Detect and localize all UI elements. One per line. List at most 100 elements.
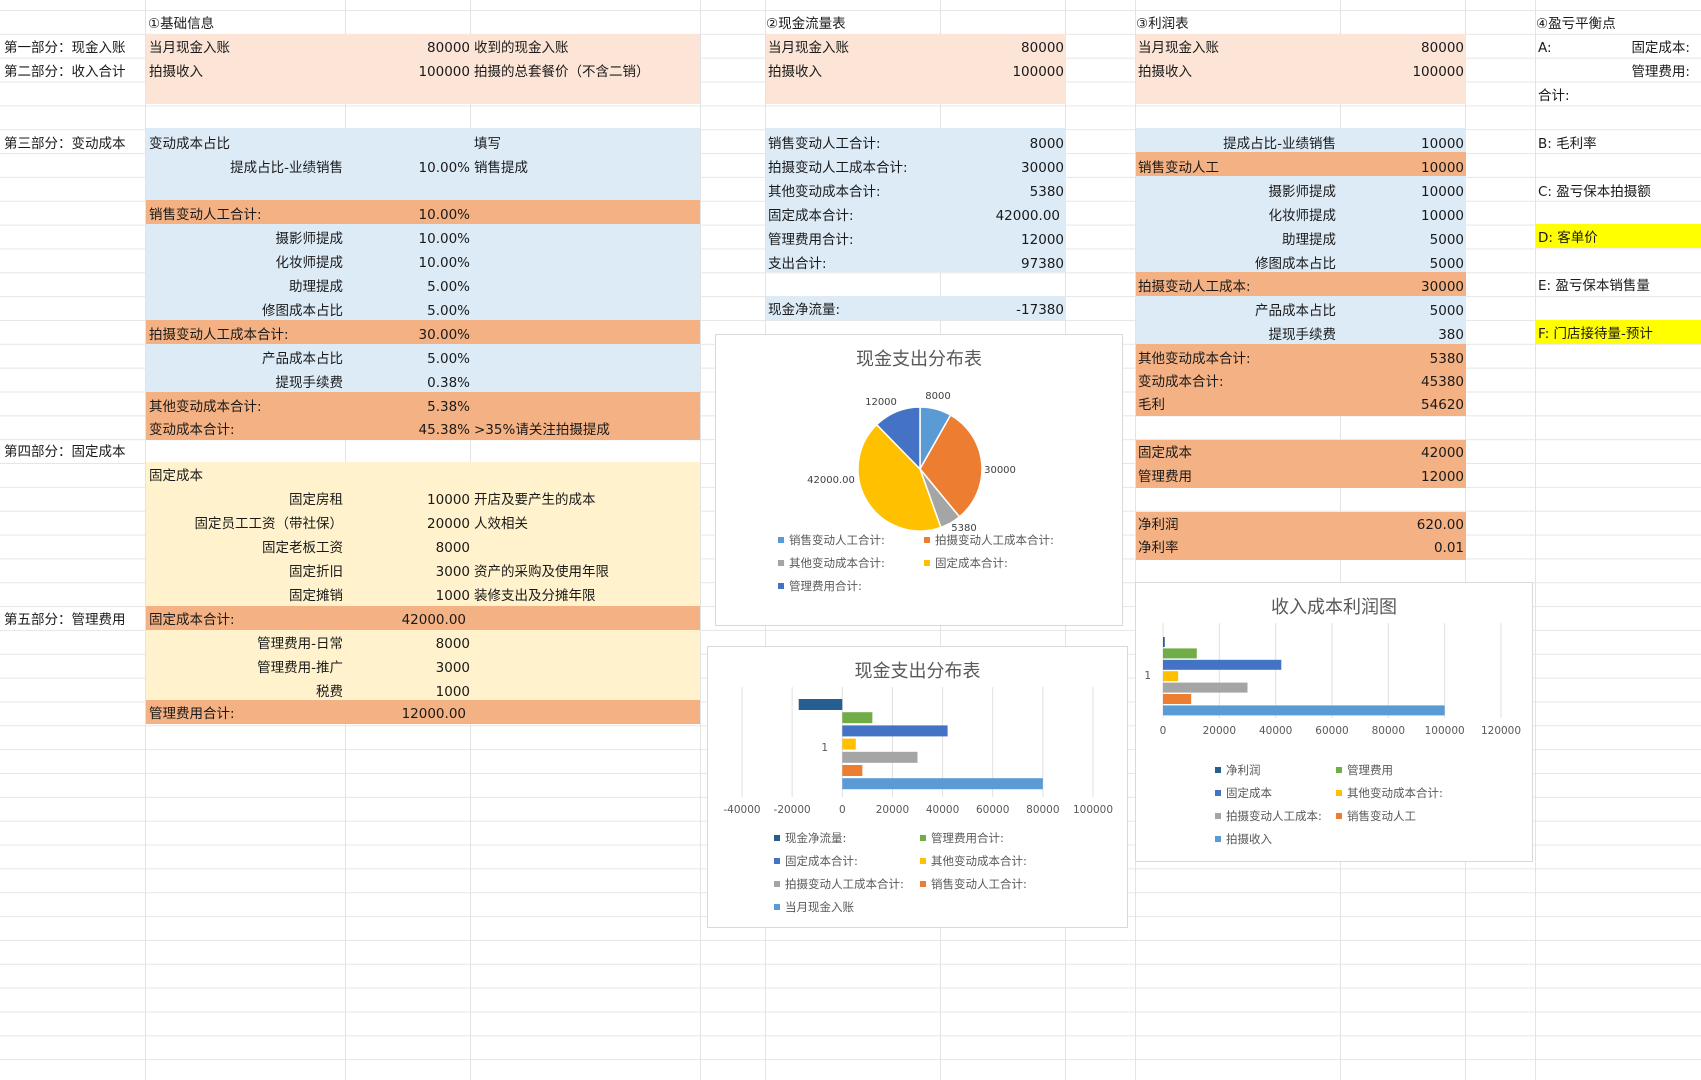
cell-value[interactable]: 3000 xyxy=(350,656,470,680)
cell-value[interactable]: 45380 xyxy=(1340,370,1464,394)
cell-value[interactable]: 80000 xyxy=(350,36,470,60)
cell-label[interactable]: 提现手续费 xyxy=(1136,323,1337,347)
legend-item[interactable]: 其他变动成本合计: xyxy=(920,854,1027,868)
cell-label[interactable]: 摄影师提成 xyxy=(146,227,344,251)
cell-label[interactable]: 固定成本 xyxy=(1138,441,1192,465)
cell-label[interactable]: 其他变动成本合计: xyxy=(149,395,262,419)
cell-note[interactable]: 填写 xyxy=(474,132,501,156)
cell-label[interactable]: 固定员工工资（带社保） xyxy=(146,512,344,536)
cell-label[interactable]: 修图成本占比 xyxy=(146,299,343,323)
cell-label[interactable]: 拍摄变动人工成本: xyxy=(1138,275,1251,299)
legend-item[interactable]: 净利润 xyxy=(1215,763,1261,777)
cell-label[interactable]: C: 盈亏保本拍摄额 xyxy=(1538,180,1651,204)
cell-label[interactable]: 提成占比-业绩销售 xyxy=(1136,132,1336,156)
cell-note[interactable]: 收到的现金入账 xyxy=(474,36,569,60)
cell-value[interactable]: 30000 xyxy=(1340,275,1464,299)
cell-note[interactable]: 开店及要产生的成本 xyxy=(474,488,596,512)
cell-label[interactable]: 化妆师提成 xyxy=(1136,204,1337,228)
legend-item[interactable]: 固定成本 xyxy=(1215,786,1272,800)
cell-value[interactable]: 10.00% xyxy=(350,156,470,180)
cell-value[interactable]: 30.00% xyxy=(350,323,470,347)
legend-item[interactable]: 固定成本合计: xyxy=(774,854,858,868)
cell-value[interactable]: 620.00 xyxy=(1340,513,1464,537)
cell-value[interactable]: 10.00% xyxy=(350,203,470,227)
cell-label[interactable]: E: 盈亏保本销售量 xyxy=(1538,274,1650,298)
cell-value[interactable]: 100000 xyxy=(350,60,470,84)
legend-item[interactable]: 当月现金入账 xyxy=(774,900,854,914)
legend-item[interactable]: 管理费用 xyxy=(1336,763,1393,777)
cell-label[interactable]: 变动成本合计: xyxy=(1138,370,1224,394)
cell-label[interactable]: 变动成本合计: xyxy=(149,418,235,442)
cell-value[interactable]: 12000 xyxy=(1340,465,1464,489)
cell-value[interactable]: 5380 xyxy=(940,180,1064,204)
cell-label[interactable]: 毛利 xyxy=(1138,393,1165,417)
cell-note[interactable]: 拍摄的总套餐价（不含二销） xyxy=(474,60,650,84)
cell-label[interactable]: 管理费用-日常 xyxy=(146,632,343,656)
pie-chart-panel[interactable]: 现金支出分布表 8000 30000 5380 42000.00 12000 销售变动人… xyxy=(715,334,1123,626)
legend-item[interactable]: 其他变动成本合计: xyxy=(1336,786,1443,800)
cell-label[interactable]: 管理费用: xyxy=(1560,60,1690,84)
cell-value[interactable]: 380 xyxy=(1340,323,1464,347)
cell-value[interactable]: 100000 xyxy=(1340,60,1464,84)
cell-label[interactable]: 固定成本合计: xyxy=(149,608,235,632)
cell-label[interactable]: 其他变动成本合计: xyxy=(768,180,881,204)
cell-label[interactable]: 当月现金入账 xyxy=(768,36,849,60)
cell-label[interactable]: 销售变动人工 xyxy=(1138,156,1219,180)
legend-item[interactable]: 其他变动成本合计: xyxy=(778,556,885,570)
cell-label[interactable]: 拍摄收入 xyxy=(149,60,203,84)
cell-value[interactable]: 5000 xyxy=(1340,252,1464,276)
cell-value[interactable]: 1000 xyxy=(350,680,470,704)
cell-value[interactable]: 20000 xyxy=(350,512,470,536)
cell-value[interactable]: 0.01 xyxy=(1340,536,1464,560)
cell-value[interactable]: 45.38% xyxy=(350,418,470,442)
cell-value[interactable]: 42000.00 xyxy=(940,204,1060,228)
cell-value[interactable]: 54620 xyxy=(1340,393,1464,417)
cell-value[interactable]: 5000 xyxy=(1340,299,1464,323)
cell-value[interactable]: 80000 xyxy=(940,36,1064,60)
cell-value[interactable]: 5.00% xyxy=(350,347,470,371)
cell-label[interactable]: 合计: xyxy=(1538,84,1570,108)
cell-value[interactable]: 80000 xyxy=(1340,36,1464,60)
cell-label[interactable]: 管理费用合计: xyxy=(768,228,854,252)
cell-label[interactable]: 修图成本占比 xyxy=(1136,252,1336,276)
cell-value[interactable]: 97380 xyxy=(940,252,1064,276)
cell-value[interactable]: 10000 xyxy=(1340,156,1464,180)
cell-label[interactable]: F: 门店接待量-预计 xyxy=(1538,322,1653,346)
cell-label[interactable]: A: xyxy=(1538,36,1552,60)
cell-label[interactable]: 提现手续费 xyxy=(146,371,344,395)
cell-label[interactable]: 现金净流量: xyxy=(768,298,840,322)
cell-label[interactable]: 固定成本: xyxy=(1560,36,1690,60)
cell-value[interactable]: -17380 xyxy=(940,298,1064,322)
cell-label[interactable]: 销售变动人工合计: xyxy=(149,203,262,227)
cell-label[interactable]: 固定房租 xyxy=(146,488,343,512)
cell-value[interactable]: 5.00% xyxy=(350,275,470,299)
cell-value[interactable]: 5.38% xyxy=(350,395,470,419)
legend-item[interactable]: 现金净流量: xyxy=(774,831,846,845)
cell-label[interactable]: 销售变动人工合计: xyxy=(768,132,881,156)
cell-note[interactable]: 资产的采购及使用年限 xyxy=(474,560,609,584)
cash-bar-chart-panel[interactable]: 现金支出分布表 -40000 -20000 0 20000 40000 60000 8000… xyxy=(707,646,1128,928)
cell-label[interactable]: 拍摄变动人工成本合计: xyxy=(149,323,289,347)
cell-value[interactable]: 10000 xyxy=(1340,204,1464,228)
cell-note[interactable]: 装修支出及分摊年限 xyxy=(474,584,596,608)
cell-value[interactable]: 12000.00 xyxy=(350,702,466,726)
legend-item[interactable]: 销售变动人工合计: xyxy=(778,533,885,547)
cell-value[interactable]: 8000 xyxy=(940,132,1064,156)
cell-value[interactable]: 10000 xyxy=(1340,132,1464,156)
cell-value[interactable]: 5000 xyxy=(1340,228,1464,252)
cell-value[interactable]: 3000 xyxy=(350,560,470,584)
cell-label[interactable]: 产品成本占比 xyxy=(146,347,343,371)
legend-item[interactable]: 管理费用合计: xyxy=(778,579,862,593)
cell-label[interactable]: 拍摄收入 xyxy=(768,60,822,84)
cell-label[interactable]: 固定摊销 xyxy=(146,584,343,608)
cell-label[interactable]: 化妆师提成 xyxy=(146,251,344,275)
cell-label[interactable]: 当月现金入账 xyxy=(149,36,230,60)
cell-value[interactable]: 42000.00 xyxy=(350,608,466,632)
cell-label[interactable]: B: 毛利率 xyxy=(1538,132,1597,156)
cell-note[interactable]: 销售提成 xyxy=(474,156,528,180)
legend-item[interactable]: 拍摄收入 xyxy=(1215,832,1272,846)
cell-label[interactable]: 产品成本占比 xyxy=(1136,299,1336,323)
profit-bar-chart-panel[interactable]: 收入成本利润图 0 20000 40000 60000 80000 100000 12000… xyxy=(1135,582,1533,862)
cell-label[interactable]: 固定成本合计: xyxy=(768,204,854,228)
legend-item[interactable]: 销售变动人工合计: xyxy=(920,877,1027,891)
